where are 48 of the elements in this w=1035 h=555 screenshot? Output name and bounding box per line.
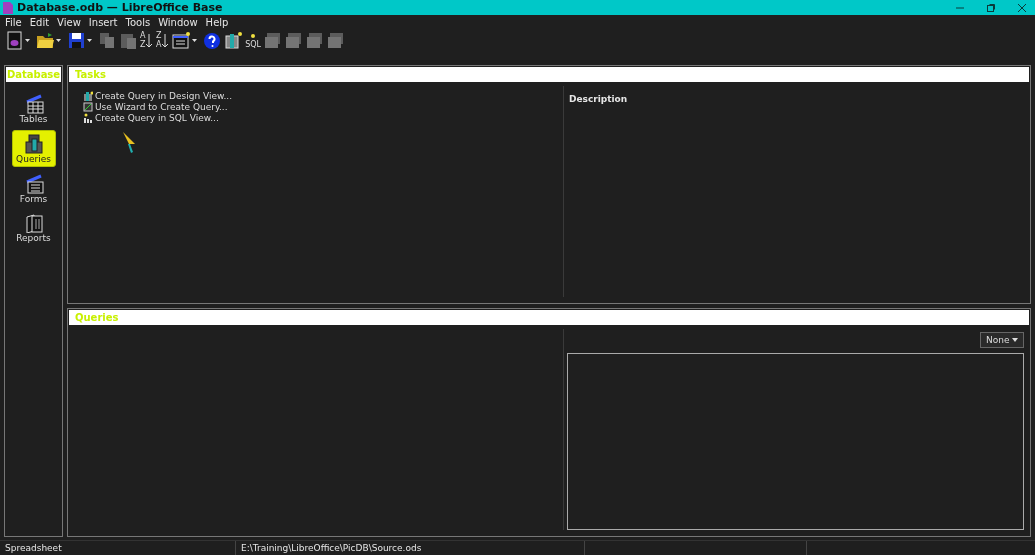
new-document-button[interactable] bbox=[5, 30, 33, 50]
wizard-icon bbox=[83, 101, 93, 112]
caret-icon bbox=[56, 38, 61, 42]
help-button[interactable] bbox=[203, 30, 222, 50]
dot-icon bbox=[251, 33, 256, 38]
query-icon bbox=[23, 133, 44, 154]
caret-icon bbox=[87, 38, 92, 42]
window-title: Database.odb — LibreOffice Base bbox=[17, 1, 223, 14]
caret-icon bbox=[25, 38, 30, 42]
preview-dropdown[interactable]: None bbox=[980, 332, 1024, 348]
caret-icon bbox=[1012, 338, 1018, 342]
report-icon bbox=[23, 212, 44, 233]
caret-icon bbox=[192, 38, 198, 42]
description-label: Description bbox=[569, 94, 628, 104]
close-icon[interactable] bbox=[1017, 2, 1027, 13]
status-text: Spreadsheet bbox=[5, 543, 62, 553]
menu-item[interactable]: Insert bbox=[88, 16, 118, 28]
new-document-icon bbox=[5, 30, 23, 50]
sort-ascending-button[interactable]: A Z bbox=[140, 30, 154, 50]
menu-item[interactable]: File bbox=[5, 16, 22, 28]
menu-item[interactable]: Tools bbox=[125, 16, 151, 28]
menu-item[interactable]: Help bbox=[205, 16, 229, 28]
folder-button[interactable] bbox=[36, 30, 64, 50]
table-design-icon bbox=[83, 90, 93, 101]
sidebar-item[interactable]: Tables bbox=[12, 91, 55, 126]
menu-item[interactable]: View bbox=[57, 16, 81, 28]
task-link[interactable]: Create Query in Design View... bbox=[83, 90, 233, 101]
sort-descending-button[interactable]: Z A bbox=[156, 30, 170, 50]
task-link[interactable]: Use Wizard to Create Query... bbox=[83, 101, 228, 112]
folder-icon bbox=[36, 30, 54, 50]
floppy-disk-button[interactable] bbox=[67, 30, 95, 50]
cursor-icon bbox=[122, 131, 136, 155]
sidebar-item[interactable]: Reports bbox=[12, 210, 55, 245]
figure-icon bbox=[83, 112, 93, 123]
maximize-icon[interactable] bbox=[986, 2, 996, 13]
panel-title: Tasks bbox=[74, 69, 106, 80]
menu-item[interactable]: Edit bbox=[29, 16, 50, 28]
table-design-button[interactable] bbox=[224, 30, 243, 50]
panel-title: Database bbox=[6, 69, 61, 80]
menu-item[interactable]: Window bbox=[158, 16, 198, 28]
sql-button[interactable]: SQL bbox=[245, 31, 261, 49]
form-icon bbox=[172, 30, 191, 50]
document-icon bbox=[3, 1, 13, 14]
task-link[interactable]: Create Query in SQL View... bbox=[83, 112, 219, 123]
panel-title: Queries bbox=[74, 312, 119, 323]
sidebar-item[interactable]: Forms bbox=[12, 171, 55, 206]
sidebar-item[interactable]: Queries bbox=[11, 130, 56, 167]
status-text: E:\Training\LibreOffice\PicDB\Source.ods bbox=[241, 543, 422, 553]
